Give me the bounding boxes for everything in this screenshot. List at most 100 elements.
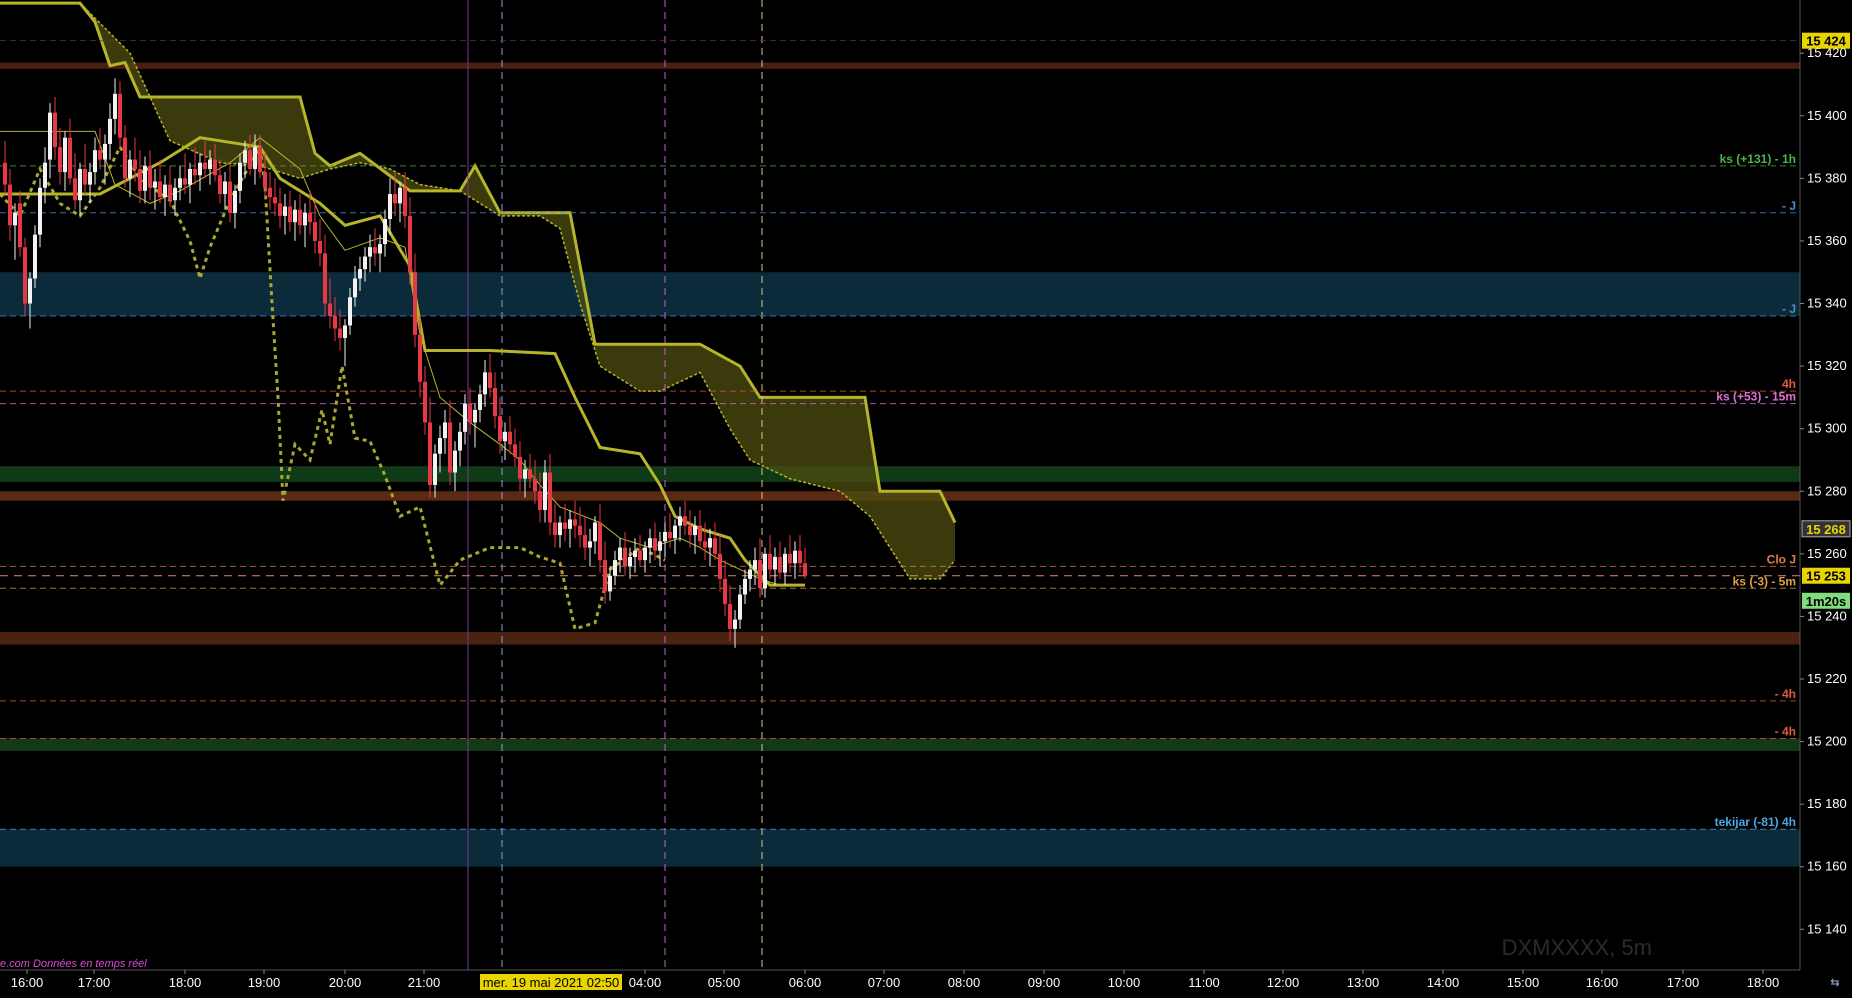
candle-body-103 [518, 456, 522, 479]
candle-body-109 [548, 472, 552, 523]
level-label-9: - 4h [1775, 724, 1796, 738]
candle-body-130 [653, 538, 657, 551]
symbol-watermark: DXMXXXX, 5m [1501, 935, 1652, 960]
candle-body-107 [538, 491, 542, 511]
scale-toggle-icon[interactable]: ⇆ [1822, 975, 1848, 991]
x-tick-label-4: 20:00 [329, 975, 362, 990]
level-label-5: ks (+53) - 15m [1716, 390, 1796, 404]
x-tick-label-5: 21:00 [408, 975, 441, 990]
x-tick-label-0: 16:00 [11, 975, 44, 990]
y-tick-label-9: 15 320 [1807, 358, 1847, 373]
candle-body-91 [458, 431, 462, 451]
candle-body-53 [268, 187, 272, 198]
price-badge-current-label: 15 253 [1806, 569, 1846, 584]
candle-body-96 [483, 372, 487, 395]
zone-band-1 [0, 466, 1800, 482]
candle-body-55 [278, 203, 282, 216]
candle-body-18 [93, 150, 97, 173]
candle-body-32 [163, 184, 167, 198]
y-tick-label-6: 15 260 [1807, 546, 1847, 561]
candle-body-51 [258, 147, 262, 173]
y-tick-label-3: 15 200 [1807, 734, 1847, 749]
candle-body-36 [183, 178, 187, 185]
candle-body-158 [793, 550, 797, 564]
candle-body-128 [643, 547, 647, 561]
candle-body-24 [123, 137, 127, 179]
candle-body-139 [698, 525, 702, 542]
ichimoku-candlestick-chart[interactable]: ks (+131) - 1h- J- J4hks (+53) - 15mClo … [0, 0, 1852, 993]
candle-body-60 [303, 212, 307, 226]
zone-band-6 [0, 62, 1800, 69]
candle-body-3 [18, 203, 22, 248]
candle-body-20 [103, 143, 107, 160]
x-tick-label-7: 05:00 [708, 975, 741, 990]
candle-body-80 [403, 187, 407, 216]
candle-body-145 [728, 603, 732, 629]
candle-body-88 [443, 422, 447, 439]
candle-body-111 [558, 522, 562, 536]
candle-body-21 [108, 118, 112, 144]
candle-body-30 [153, 181, 157, 188]
candle-body-7 [38, 187, 42, 235]
chart-root[interactable]: ks (+131) - 1h - J- J 4h ks (+53) - 15m Clo … [0, 0, 1852, 993]
candle-body-134 [673, 525, 677, 539]
x-tick-label-11: 09:00 [1028, 975, 1061, 990]
candle-body-43 [218, 175, 222, 194]
candle-body-8 [43, 162, 47, 188]
candle-body-115 [578, 525, 582, 536]
y-tick-label-2: 15 180 [1807, 796, 1847, 811]
candle-body-29 [148, 165, 152, 188]
candle-body-148 [743, 578, 747, 595]
candle-body-23 [118, 93, 122, 138]
candle-body-42 [213, 159, 217, 176]
candle-body-114 [573, 519, 577, 526]
candle-body-9 [48, 112, 52, 160]
candle-body-14 [73, 178, 77, 201]
y-tick-label-7: 15 280 [1807, 483, 1847, 498]
candle-body-35 [178, 178, 182, 188]
candle-body-105 [528, 469, 532, 479]
candle-body-11 [58, 147, 62, 173]
candle-body-62 [313, 222, 317, 241]
candle-body-159 [798, 550, 802, 564]
zone-band-4 [0, 738, 1800, 751]
candle-body-76 [383, 219, 387, 245]
candle-body-25 [128, 159, 132, 179]
candle-body-100 [503, 431, 507, 442]
candle-body-1 [8, 184, 12, 226]
candle-body-85 [428, 422, 432, 485]
candle-body-141 [708, 538, 712, 548]
candle-body-152 [763, 553, 767, 589]
candle-body-117 [588, 541, 592, 548]
y-tick-label-10: 15 340 [1807, 296, 1847, 311]
candle-body-142 [713, 538, 717, 554]
candle-body-67 [338, 328, 342, 338]
candle-body-40 [203, 162, 207, 169]
candle-body-0 [3, 162, 7, 185]
candle-body-65 [328, 303, 332, 317]
candle-body-4 [23, 247, 27, 304]
level-label-1: ks (+131) - 1h [1720, 152, 1796, 166]
candle-body-154 [773, 556, 777, 570]
candle-body-79 [398, 187, 402, 204]
candle-body-77 [388, 194, 392, 220]
candle-body-97 [488, 372, 492, 388]
candle-body-71 [358, 269, 362, 279]
candle-body-58 [293, 209, 297, 223]
x-tick-label-6: 04:00 [629, 975, 662, 990]
candle-body-15 [78, 168, 82, 201]
candle-body-12 [63, 137, 67, 173]
x-tick-label-18: 16:00 [1586, 975, 1619, 990]
candle-body-156 [783, 553, 787, 573]
candle-body-122 [613, 560, 617, 576]
candle-body-124 [623, 547, 627, 567]
candle-body-63 [318, 240, 322, 254]
level-label-7: ks (-3) - 5m [1733, 574, 1796, 588]
candle-countdown-badge-label: 1m20s [1806, 594, 1846, 609]
candle-body-50 [253, 147, 257, 169]
candle-body-44 [223, 181, 227, 194]
x-tick-label-16: 14:00 [1427, 975, 1460, 990]
candle-body-127 [638, 550, 642, 561]
candle-body-137 [688, 525, 692, 536]
y-tick-label-4: 15 220 [1807, 671, 1847, 686]
